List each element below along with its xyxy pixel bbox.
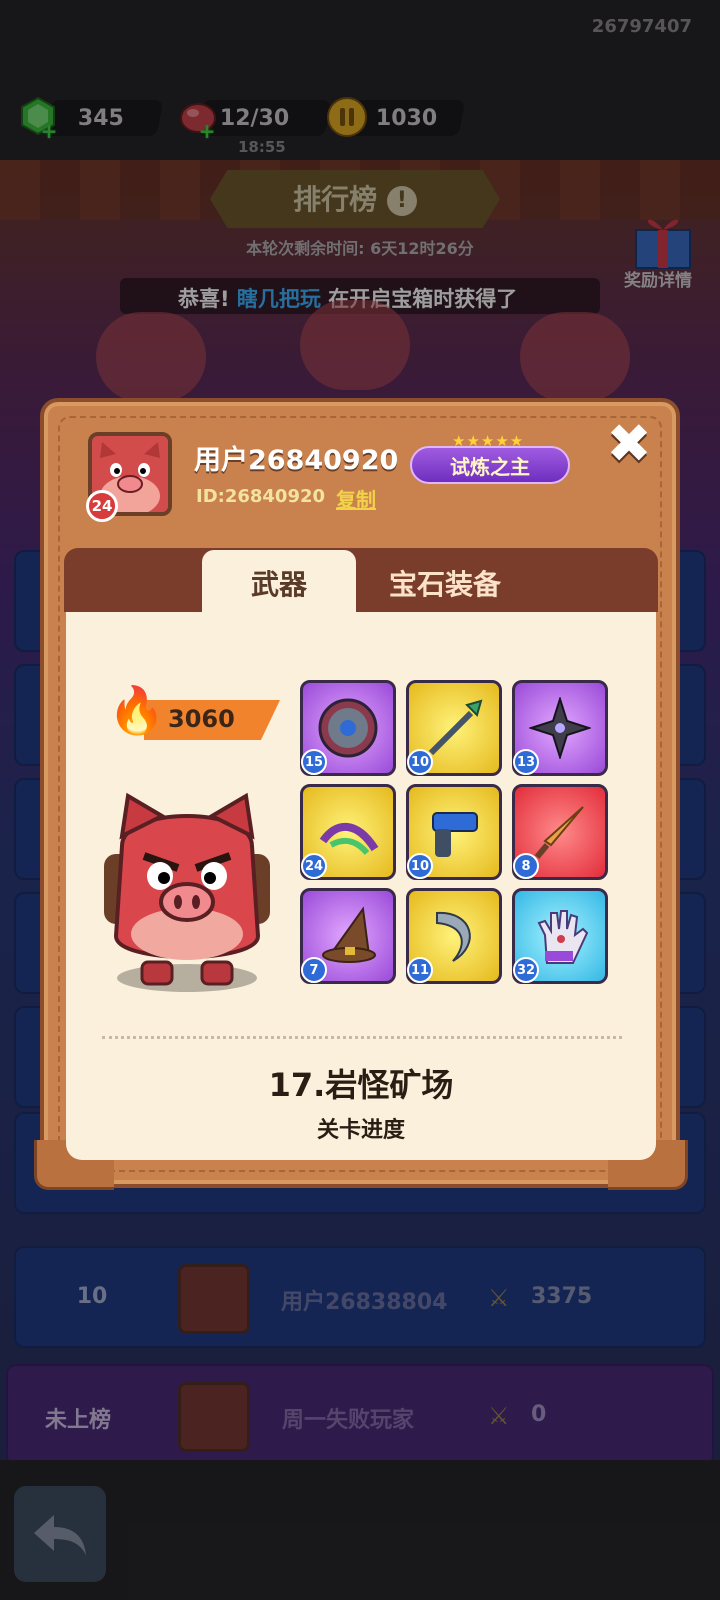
copy-id-button[interactable]: 复制 [336,484,376,513]
stage-name: 17.岩怪矿场 [268,1066,454,1104]
revolver-icon [432,812,478,857]
weapon-level: 13 [513,749,539,775]
weapon-card[interactable]: 11 [406,888,502,984]
weapon-level: 8 [513,853,539,879]
wizard-hat-icon [322,906,376,963]
weapon-card[interactable]: 10 [406,680,502,776]
hero-pig [92,786,282,996]
weapon-grid: 15 10 13 24 10 8 7 11 32 [300,680,614,992]
spear-icon [428,699,483,756]
player-id: ID:26840920 [196,486,326,507]
weapon-level: 11 [407,957,433,983]
flame-icon: 🔥 [108,683,166,737]
weapon-level: 15 [301,749,327,775]
weapon-card[interactable]: 15 [300,680,396,776]
close-icon: ✖ [606,411,652,475]
weapon-level: 7 [301,957,327,983]
title-badge: 试炼之主 [410,446,570,484]
combat-power: 3060 [168,705,235,733]
weapon-card[interactable]: 8 [512,784,608,880]
weapon-level: 32 [513,957,539,983]
dagger-icon [534,806,584,859]
weapon-card[interactable]: 24 [300,784,396,880]
scythe-icon [436,911,471,962]
close-button[interactable]: ✖ [602,412,656,475]
weapon-level: 10 [407,853,433,879]
tab-bar [64,548,658,612]
weapon-card[interactable]: 13 [512,680,608,776]
stage-progress-label: 关卡进度 [316,1118,405,1143]
shuriken-icon [529,697,591,759]
player-level-badge: 24 [86,490,118,522]
tab-weapons[interactable]: 武器 [202,550,356,616]
divider [102,1036,622,1039]
weapon-level: 24 [301,853,327,879]
weapon-level: 10 [407,749,433,775]
weapon-card[interactable]: 7 [300,888,396,984]
glove-icon [537,910,589,964]
weapon-card[interactable]: 32 [512,888,608,984]
dragon-bow-icon [319,822,379,856]
tab-gem-equipment[interactable]: 宝石装备 [370,560,520,606]
weapon-card[interactable]: 10 [406,784,502,880]
player-username: 用户26840920 [194,445,399,476]
round-shield-icon [318,698,378,758]
